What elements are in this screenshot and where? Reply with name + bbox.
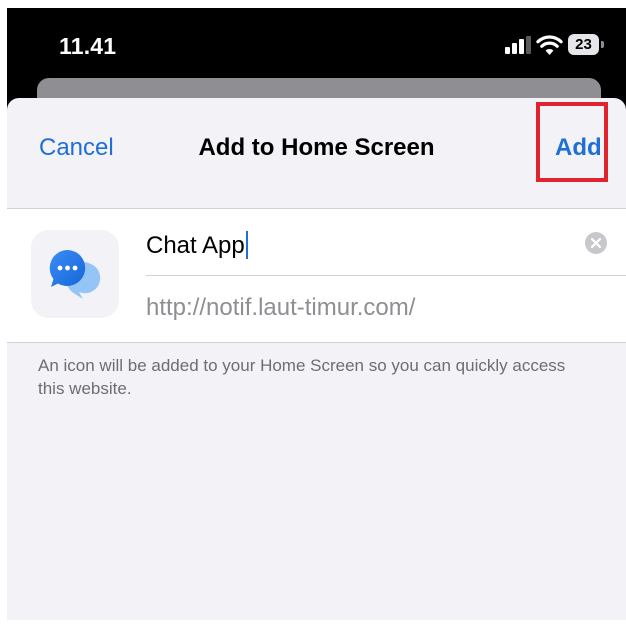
chat-bubbles-icon — [31, 230, 119, 318]
status-icons: 23 — [505, 33, 615, 57]
name-field-value: Chat App — [146, 232, 245, 259]
battery-level: 23 — [575, 36, 592, 53]
battery-icon: 23 — [568, 34, 599, 55]
text-cursor — [245, 231, 248, 259]
wifi-icon — [536, 35, 563, 55]
add-to-home-sheet: Cancel Add to Home Screen Add Chat App h… — [7, 98, 626, 620]
name-field[interactable]: Chat App — [146, 231, 248, 260]
bookmark-form: Chat App http://notif.laut-timur.com/ — [7, 208, 626, 343]
battery-cap — [601, 41, 604, 48]
url-text: http://notif.laut-timur.com/ — [146, 294, 416, 321]
clear-circle-icon[interactable] — [585, 232, 607, 254]
field-divider — [146, 275, 626, 276]
footnote-text: An icon will be added to your Home Scree… — [38, 356, 566, 398]
status-bar: 11.41 23 — [7, 8, 626, 78]
sheet-nav-bar: Cancel Add to Home Screen Add — [7, 98, 626, 208]
sheet-title: Add to Home Screen — [198, 134, 435, 161]
phone-screen: 11.41 23 Cancel Add to Home Screen Add C… — [7, 8, 626, 620]
cell-signal-icon — [505, 36, 531, 54]
status-time: 11.41 — [59, 33, 117, 59]
add-button-highlight — [536, 102, 608, 182]
